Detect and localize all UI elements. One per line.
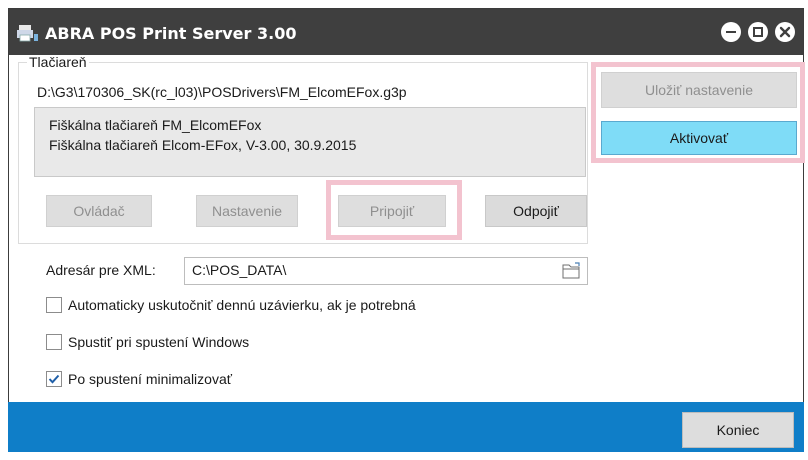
- printer-info-box: Fiškálna tlačiareň FM_ElcomEFox Fiškálna…: [34, 107, 586, 177]
- printer-icon: [17, 24, 39, 42]
- close-icon[interactable]: [775, 22, 795, 42]
- save-settings-button[interactable]: Uložiť nastavenie: [601, 72, 797, 108]
- start-with-windows-option[interactable]: Spustiť pri spustení Windows: [46, 334, 249, 350]
- xml-directory-label: Adresár pre XML:: [46, 262, 156, 278]
- auto-daily-closing-checkbox[interactable]: [46, 297, 62, 313]
- printer-driver-path: D:\G3\170306_SK(rc_l03)\POSDrivers\FM_El…: [37, 84, 407, 100]
- minimize-icon[interactable]: [721, 22, 741, 42]
- printer-info-line1: Fiškálna tlačiareň FM_ElcomEFox: [49, 117, 262, 133]
- connect-button[interactable]: Pripojiť: [338, 195, 446, 227]
- title-bar[interactable]: ABRA POS Print Server 3.00: [9, 9, 803, 55]
- exit-button[interactable]: Koniec: [682, 412, 794, 448]
- window-title: ABRA POS Print Server 3.00: [45, 24, 297, 43]
- disconnect-button[interactable]: Odpojiť: [485, 195, 587, 227]
- minimize-on-start-option[interactable]: Po spustení minimalizovať: [46, 371, 232, 387]
- settings-button[interactable]: Nastavenie: [196, 195, 298, 227]
- maximize-icon[interactable]: [748, 22, 768, 42]
- folder-icon[interactable]: [562, 262, 582, 280]
- auto-daily-closing-label: Automaticky uskutočniť dennú uzávierku, …: [68, 297, 416, 313]
- minimize-on-start-checkbox[interactable]: [46, 371, 62, 387]
- minimize-on-start-label: Po spustení minimalizovať: [68, 371, 232, 387]
- checkmark-icon: [48, 374, 60, 384]
- start-with-windows-checkbox[interactable]: [46, 334, 62, 350]
- start-with-windows-label: Spustiť pri spustení Windows: [68, 334, 250, 350]
- xml-directory-input[interactable]: C:\POS_DATA\: [184, 257, 588, 285]
- activate-button[interactable]: Aktivovať: [601, 121, 797, 155]
- printer-info-line2: Fiškálna tlačiareň Elcom-EFox, V-3.00, 3…: [49, 137, 357, 153]
- printer-group-label: Tlačiareň: [29, 54, 87, 70]
- driver-button[interactable]: Ovládač: [46, 195, 152, 227]
- auto-daily-closing-option[interactable]: Automaticky uskutočniť dennú uzávierku, …: [46, 297, 416, 313]
